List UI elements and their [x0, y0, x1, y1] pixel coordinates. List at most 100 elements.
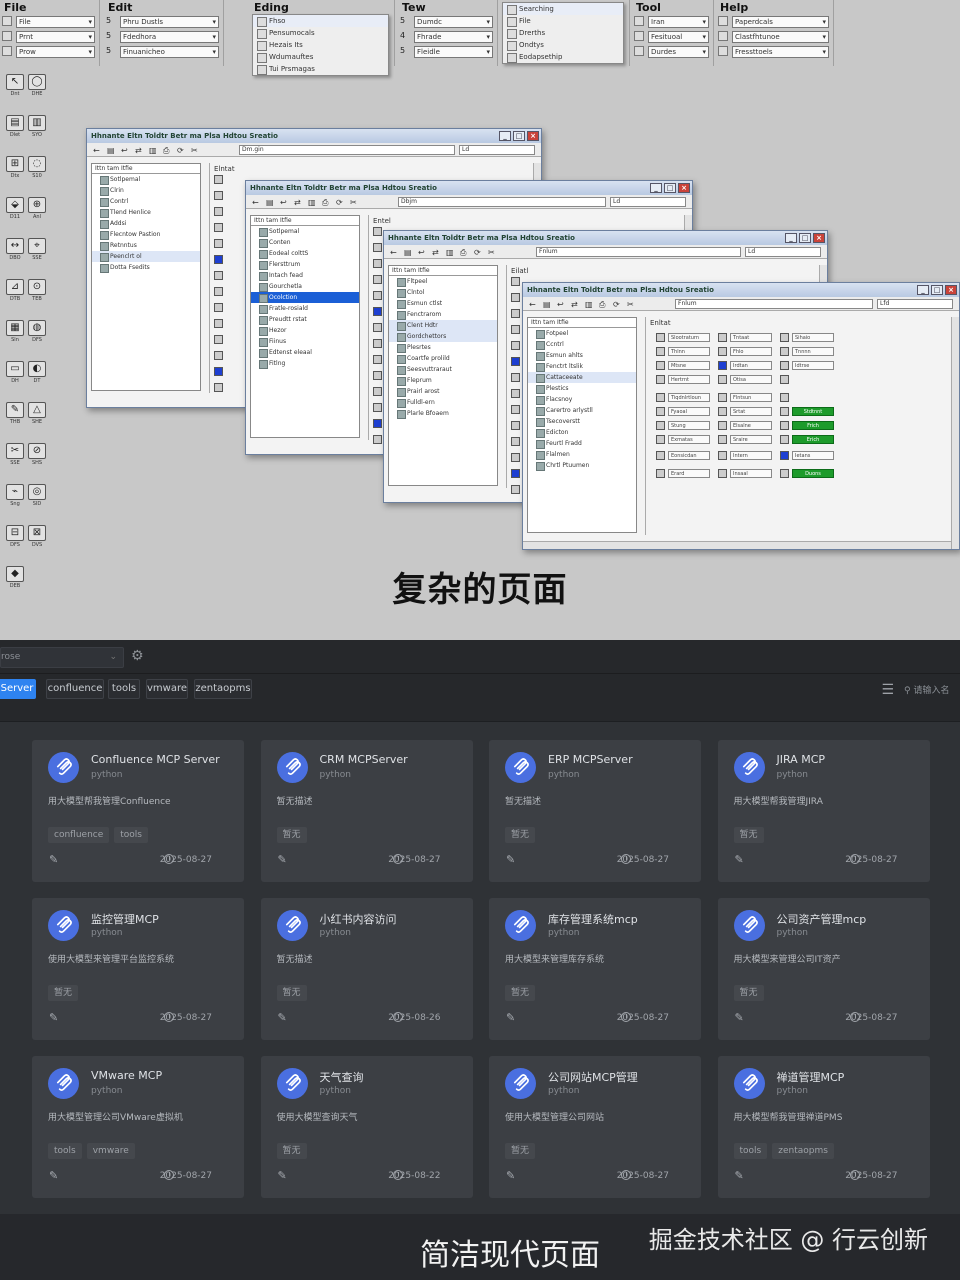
checkbox[interactable] — [656, 375, 665, 384]
palette-tool-icon[interactable]: ⊞ — [6, 156, 24, 172]
address-field-2[interactable]: Ld — [745, 247, 821, 257]
maximize-icon[interactable]: □ — [513, 131, 525, 141]
tree-item[interactable]: Clrin — [92, 185, 200, 196]
tree-item[interactable]: Tsecoverstt — [528, 416, 636, 427]
option-label[interactable]: Insaal — [730, 469, 772, 478]
close-icon[interactable]: × — [678, 183, 690, 193]
tree-item[interactable]: Hezor — [251, 325, 359, 336]
option-label[interactable]: Elsalne — [730, 421, 772, 430]
option-label[interactable]: Stdtnnt — [792, 407, 834, 416]
option-label[interactable]: Intern — [730, 451, 772, 460]
toolbar-icon[interactable]: ✂ — [191, 146, 198, 155]
menu-row[interactable]: 5 Fdedhora — [104, 31, 219, 43]
dropdown-item[interactable]: File — [503, 15, 623, 27]
checkbox[interactable] — [780, 333, 789, 342]
checkbox[interactable] — [656, 469, 665, 478]
palette-tool-icon[interactable]: ◯ — [28, 74, 46, 90]
row-select[interactable]: Prnt — [16, 31, 95, 43]
toolbar-icon[interactable]: ✂ — [350, 198, 357, 207]
palette-tool-icon[interactable]: ⊘ — [28, 443, 46, 459]
option-label[interactable]: Fhlo — [730, 347, 772, 356]
card-title[interactable]: CRM MCPServer — [320, 753, 408, 766]
option-label[interactable]: Srtat — [730, 407, 772, 416]
toolbar-icon[interactable]: ← — [252, 198, 259, 207]
dropdown-item[interactable]: Tui Prsmagas — [253, 63, 388, 75]
tree-item[interactable]: Flecntow Pastion — [92, 229, 200, 240]
server-card[interactable]: 公司网站MCP管理 python 使用大模型管理公司网站 暂无 ✎ 2025-08-27 — [489, 1056, 701, 1198]
checkbox[interactable] — [214, 383, 223, 392]
checkbox[interactable] — [718, 333, 727, 342]
address-field[interactable]: Dm.gin — [239, 145, 455, 155]
card-tag[interactable]: 暂无 — [276, 827, 307, 843]
checkbox[interactable] — [511, 309, 520, 318]
checkbox[interactable] — [780, 451, 789, 460]
close-icon[interactable]: × — [527, 131, 539, 141]
toolbar-icon[interactable]: ⎙ — [322, 198, 328, 208]
tree-item[interactable]: Preudtt rstat — [251, 314, 359, 325]
tree-item[interactable]: Seesvuttraraut — [389, 364, 497, 375]
toolbar-icon[interactable]: ⟳ — [336, 198, 343, 207]
server-card[interactable]: 天气查询 python 使用大模型查询天气 暂无 ✎ 2025-08-22 — [260, 1056, 473, 1198]
tree-item[interactable]: Peenclrt ol — [92, 251, 200, 262]
search-input[interactable]: ⚲ 请输入名 — [904, 683, 960, 699]
toolbar-icon[interactable]: ▤ — [107, 146, 115, 155]
toolbar-icon[interactable]: ⇄ — [571, 300, 578, 309]
toolbar-icon[interactable]: ⇄ — [294, 198, 301, 207]
menu-2[interactable]: Eding Fhso Pensumocals Hezais Its Wdumauftes… — [250, 0, 395, 76]
maximize-icon[interactable]: □ — [799, 233, 811, 243]
address-field-2[interactable]: Lfd — [877, 299, 953, 309]
checkbox[interactable] — [214, 255, 223, 264]
palette-tool-icon[interactable]: ⊕ — [28, 197, 46, 213]
checkbox[interactable] — [373, 435, 382, 444]
checkbox[interactable] — [718, 407, 727, 416]
palette-tool-icon[interactable]: ⌁ — [6, 484, 24, 500]
checkbox[interactable] — [214, 319, 223, 328]
checkbox[interactable] — [214, 271, 223, 280]
tree-item[interactable]: Ccntrl — [528, 339, 636, 350]
tree-item[interactable]: Fenctrarom — [389, 309, 497, 320]
menu-row[interactable]: 5 Dumdc — [398, 16, 493, 28]
toolbar-icon[interactable]: ⎙ — [599, 300, 605, 310]
dropdown-item[interactable]: Eodapsethip — [503, 51, 623, 63]
close-icon[interactable]: × — [813, 233, 825, 243]
maximize-icon[interactable]: □ — [664, 183, 676, 193]
palette-tool-icon[interactable]: ⌖ — [28, 238, 46, 254]
close-icon[interactable]: × — [945, 285, 957, 295]
minimize-icon[interactable]: _ — [499, 131, 511, 141]
tree-item[interactable]: Plarle Bfoaem — [389, 408, 497, 419]
tree-item[interactable]: Intach fead — [251, 270, 359, 281]
card-tag[interactable]: 暂无 — [276, 1143, 307, 1159]
card-title[interactable]: 天气查询 — [320, 1069, 364, 1085]
toolbar-icon[interactable]: ⟳ — [613, 300, 620, 309]
checkbox[interactable] — [780, 407, 789, 416]
option-label[interactable]: Erard — [668, 469, 710, 478]
server-card[interactable]: 禅道管理MCP python 用大模型帮我管理禅道PMS tools zentaopms… — [717, 1056, 930, 1198]
row-select[interactable]: Fdedhora — [120, 31, 219, 43]
row-select[interactable]: File — [16, 16, 95, 28]
checkbox[interactable] — [214, 367, 223, 376]
checkbox[interactable] — [780, 393, 789, 402]
minimize-icon[interactable]: _ — [650, 183, 662, 193]
toolbar-icon[interactable]: ▥ — [149, 146, 157, 155]
tree-item[interactable]: Feurtl Fradd — [528, 438, 636, 449]
row-select[interactable]: Finuanicheo — [120, 46, 219, 58]
card-title[interactable]: 库存管理系统mcp — [548, 911, 638, 927]
checkbox[interactable] — [780, 347, 789, 356]
tab-vmware[interactable]: vmware — [146, 679, 188, 699]
checkbox[interactable] — [780, 469, 789, 478]
card-tag[interactable]: tools — [114, 827, 148, 843]
tree-item[interactable]: Fitlng — [251, 358, 359, 369]
checkbox[interactable] — [511, 293, 520, 302]
card-title[interactable]: VMware MCP — [91, 1069, 162, 1082]
checkbox[interactable] — [656, 451, 665, 460]
checkbox[interactable] — [718, 361, 727, 370]
checkbox[interactable] — [511, 373, 520, 382]
toolbar-icon[interactable]: ▥ — [446, 248, 454, 257]
checkbox[interactable] — [214, 303, 223, 312]
card-tag[interactable]: 暂无 — [733, 827, 764, 843]
option-label[interactable]: Eonsicdan — [668, 451, 710, 460]
option-label[interactable]: Flntsun — [730, 393, 772, 402]
app-window[interactable]: Hhnante Eltn Toldtr Betr ma Plsa Hdtou S… — [522, 282, 960, 550]
palette-tool-icon[interactable]: ▦ — [6, 320, 24, 336]
dropdown-list[interactable]: Searching File Drerths Ondtys Eodapsethip — [502, 2, 624, 64]
